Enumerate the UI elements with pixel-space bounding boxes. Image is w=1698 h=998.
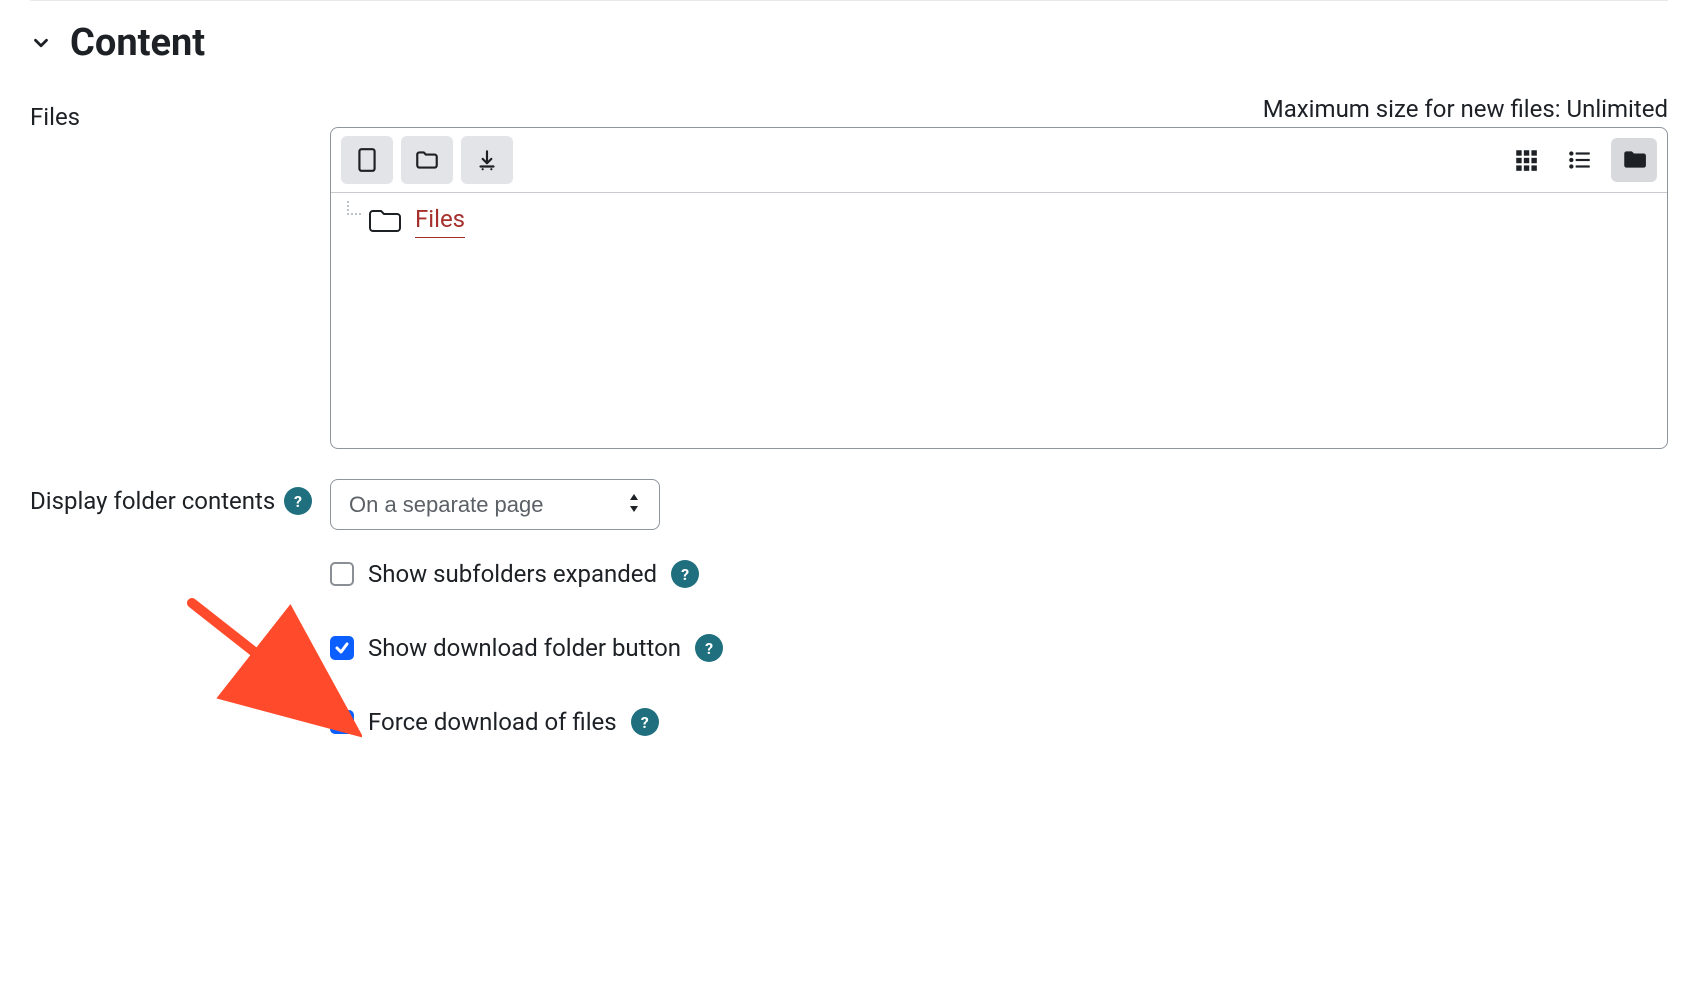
section-title: Content	[70, 21, 205, 65]
create-folder-button[interactable]	[401, 136, 453, 184]
display-folder-contents-select[interactable]: On a separate page	[330, 479, 660, 530]
show-download-button-checkbox[interactable]	[330, 636, 354, 660]
show-subfolders-checkbox[interactable]	[330, 562, 354, 586]
view-tree-button[interactable]	[1611, 138, 1657, 182]
folder-icon	[367, 205, 403, 235]
show-download-button-label: Show download folder button	[368, 634, 681, 662]
file-tree-root-label[interactable]: Files	[415, 201, 465, 238]
show-download-button-row: Show download folder button ?	[330, 634, 1668, 662]
add-file-button[interactable]	[341, 136, 393, 184]
help-icon[interactable]: ?	[284, 487, 312, 515]
force-download-checkbox[interactable]	[330, 710, 354, 734]
force-download-row: Force download of files ?	[330, 708, 1668, 736]
max-file-size-text: Maximum size for new files: Unlimited	[330, 95, 1668, 123]
view-list-button[interactable]	[1557, 138, 1603, 182]
file-picker-body[interactable]: Files	[331, 193, 1667, 448]
display-folder-contents-label: Display folder contents	[30, 487, 275, 515]
help-icon[interactable]: ?	[671, 560, 699, 588]
show-subfolders-row: Show subfolders expanded ?	[330, 560, 1668, 588]
files-label: Files	[30, 103, 80, 131]
download-all-button[interactable]	[461, 136, 513, 184]
chevron-down-icon	[30, 32, 52, 54]
file-picker: Files	[330, 127, 1668, 449]
file-picker-toolbar	[331, 128, 1667, 193]
show-subfolders-label: Show subfolders expanded	[368, 560, 657, 588]
section-divider	[30, 0, 1668, 1]
file-tree-root[interactable]: Files	[343, 201, 1655, 238]
section-toggle-content[interactable]: Content	[30, 21, 1668, 65]
help-icon[interactable]: ?	[631, 708, 659, 736]
help-icon[interactable]: ?	[695, 634, 723, 662]
view-icons-button[interactable]	[1503, 138, 1549, 182]
display-folder-contents-select-wrap: On a separate page	[330, 479, 660, 530]
force-download-label: Force download of files	[368, 708, 617, 736]
